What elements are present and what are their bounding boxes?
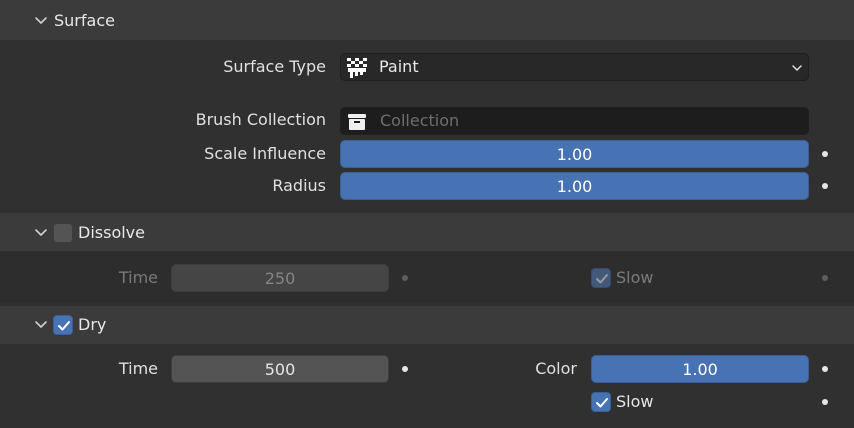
radius-label: Radius <box>272 176 326 195</box>
surface-panel-body: Surface Type Paint Brush Collection Coll <box>0 40 854 210</box>
scale-influence-label: Scale Influence <box>204 144 326 163</box>
keyframe-dot-icon[interactable] <box>402 275 408 281</box>
dry-slow-label: Slow <box>616 392 654 411</box>
keyframe-dot-icon[interactable] <box>822 275 828 281</box>
chevron-down-icon[interactable] <box>33 225 49 241</box>
checker-paint-icon <box>346 57 368 79</box>
dissolve-slow-label: Slow <box>616 268 654 287</box>
dry-time-field[interactable]: 500 <box>171 355 389 383</box>
surface-type-value: Paint <box>379 57 419 76</box>
chevron-down-icon[interactable] <box>33 13 49 29</box>
dry-slow-checkbox[interactable] <box>591 392 611 412</box>
brush-collection-label: Brush Collection <box>195 110 326 129</box>
dissolve-enable-checkbox[interactable] <box>53 223 73 243</box>
dry-panel-title: Dry <box>78 315 107 334</box>
surface-type-dropdown[interactable]: Paint <box>340 53 809 81</box>
dry-color-slider[interactable]: 1.00 <box>591 355 809 383</box>
scale-influence-slider[interactable]: 1.00 <box>340 140 809 168</box>
collection-box-icon <box>347 112 367 132</box>
dry-time-label: Time <box>118 359 158 378</box>
chevron-down-icon[interactable] <box>33 317 49 333</box>
surface-panel-header[interactable]: Surface <box>0 0 854 40</box>
dissolve-slow-checkbox[interactable] <box>591 268 611 288</box>
surface-panel-title: Surface <box>54 11 115 30</box>
dry-color-label: Color <box>535 359 577 378</box>
dissolve-panel-title: Dissolve <box>78 223 145 242</box>
dry-enable-checkbox[interactable] <box>53 315 73 335</box>
keyframe-dot-icon[interactable] <box>822 399 828 405</box>
keyframe-dot-icon[interactable] <box>822 183 828 189</box>
dry-panel-body: Time 500 Color 1.00 Slow <box>0 344 854 428</box>
keyframe-dot-icon[interactable] <box>822 366 828 372</box>
dissolve-time-field[interactable]: 250 <box>171 264 389 292</box>
dissolve-panel-body: Time 250 Slow <box>0 251 854 303</box>
brush-collection-placeholder: Collection <box>380 111 460 130</box>
dissolve-panel-header[interactable]: Dissolve <box>0 213 854 251</box>
radius-slider[interactable]: 1.00 <box>340 172 809 200</box>
chevron-down-icon <box>790 60 804 79</box>
keyframe-dot-icon[interactable] <box>822 151 828 157</box>
dry-panel-header[interactable]: Dry <box>0 306 854 344</box>
dissolve-time-label: Time <box>118 268 158 287</box>
keyframe-dot-icon[interactable] <box>402 366 408 372</box>
brush-collection-field[interactable]: Collection <box>340 107 809 135</box>
surface-type-label: Surface Type <box>223 57 326 76</box>
